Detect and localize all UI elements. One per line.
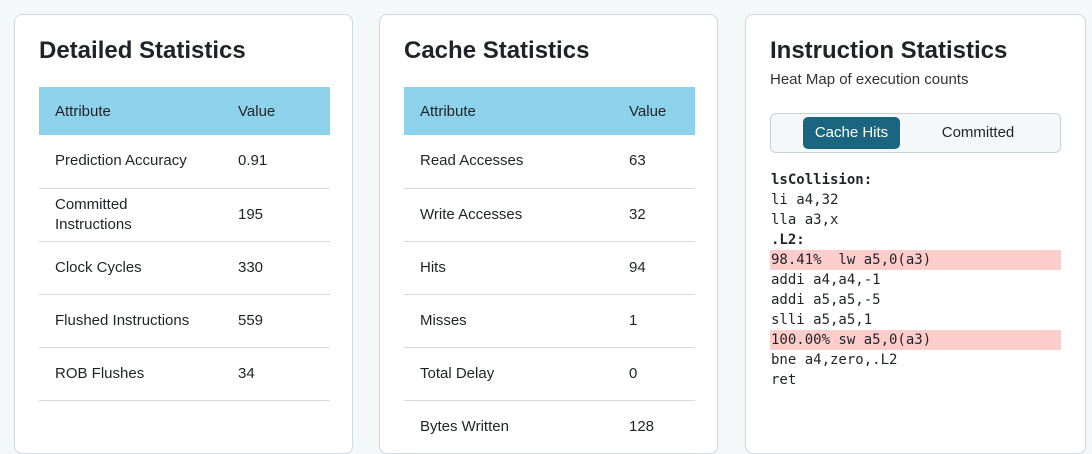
code-label-line: .L2:	[771, 232, 805, 248]
instruction-statistics-card: Instruction Statistics Heat Map of execu…	[745, 14, 1086, 454]
cache-statistics-title: Cache Statistics	[404, 37, 590, 64]
table-row: ROB Flushes 34	[39, 347, 330, 401]
value-cell: 63	[613, 135, 695, 189]
value-cell: 559	[222, 294, 330, 348]
committed-toggle-button[interactable]: Committed	[921, 117, 1035, 149]
table-header-row: Attribute Value	[39, 87, 330, 135]
code-line: bne a4,zero,.L2	[771, 352, 898, 368]
code-line: slli a5,a5,1	[771, 312, 873, 328]
code-line: addi a5,a5,-5	[771, 292, 881, 308]
table-row: Clock Cycles 330	[39, 241, 330, 295]
attribute-cell: Bytes Written	[404, 400, 613, 454]
value-column-header: Value	[222, 87, 330, 135]
attribute-column-header: Attribute	[404, 87, 613, 135]
detailed-statistics-title: Detailed Statistics	[39, 37, 246, 64]
code-line: li a4,32	[771, 192, 839, 208]
detailed-statistics-table: Attribute Value Prediction Accuracy 0.91…	[39, 87, 330, 401]
table-row: Read Accesses 63	[404, 135, 695, 189]
value-column-header: Value	[613, 87, 695, 135]
table-header-row: Attribute Value	[404, 87, 695, 135]
attribute-cell: Flushed Instructions	[39, 294, 222, 348]
attribute-cell: Prediction Accuracy	[39, 135, 222, 189]
value-cell: 0	[613, 347, 695, 401]
value-cell: 330	[222, 241, 330, 295]
table-row: Bytes Written 128	[404, 400, 695, 454]
value-cell: 94	[613, 241, 695, 295]
cache-statistics-card: Cache Statistics Attribute Value Read Ac…	[379, 14, 718, 454]
cache-statistics-table: Attribute Value Read Accesses 63 Write A…	[404, 87, 695, 454]
attribute-cell: Committed Instructions	[39, 188, 222, 242]
assembly-code-view: lsCollision: li a4,32 lla a3,x .L2: 98.41% l…	[770, 170, 1061, 390]
value-cell: 128	[613, 400, 695, 454]
code-line: addi a4,a4,-1	[771, 272, 881, 288]
table-row: Hits 94	[404, 241, 695, 295]
heat-map-mode-toggle: Cache Hits Committed	[770, 113, 1061, 153]
table-row: Committed Instructions 195	[39, 188, 330, 242]
code-line-highlighted: 100.00% sw a5,0(a3)	[770, 330, 1061, 350]
code-line: ret	[771, 372, 797, 388]
attribute-cell: Clock Cycles	[39, 241, 222, 295]
table-row: Total Delay 0	[404, 347, 695, 401]
instruction-statistics-title: Instruction Statistics	[770, 37, 1008, 64]
value-cell: 1	[613, 294, 695, 348]
detailed-statistics-card: Detailed Statistics Attribute Value Pred…	[14, 14, 353, 454]
attribute-cell: ROB Flushes	[39, 347, 222, 401]
code-line: lla a3,x	[771, 212, 839, 228]
value-cell: 32	[613, 188, 695, 242]
attribute-cell: Misses	[404, 294, 613, 348]
attribute-cell: Hits	[404, 241, 613, 295]
code-label-line: lsCollision:	[771, 172, 873, 188]
table-row: Prediction Accuracy 0.91	[39, 135, 330, 189]
attribute-cell: Total Delay	[404, 347, 613, 401]
cache-hits-toggle-button[interactable]: Cache Hits	[803, 117, 900, 149]
value-cell: 0.91	[222, 135, 330, 189]
attribute-column-header: Attribute	[39, 87, 222, 135]
code-line-highlighted: 98.41% lw a5,0(a3)	[770, 250, 1061, 270]
heat-map-subtitle: Heat Map of execution counts	[770, 71, 969, 88]
table-row: Flushed Instructions 559	[39, 294, 330, 348]
table-row: Write Accesses 32	[404, 188, 695, 242]
value-cell: 34	[222, 347, 330, 401]
value-cell: 195	[222, 188, 330, 242]
attribute-cell: Write Accesses	[404, 188, 613, 242]
table-row: Misses 1	[404, 294, 695, 348]
attribute-cell: Read Accesses	[404, 135, 613, 189]
